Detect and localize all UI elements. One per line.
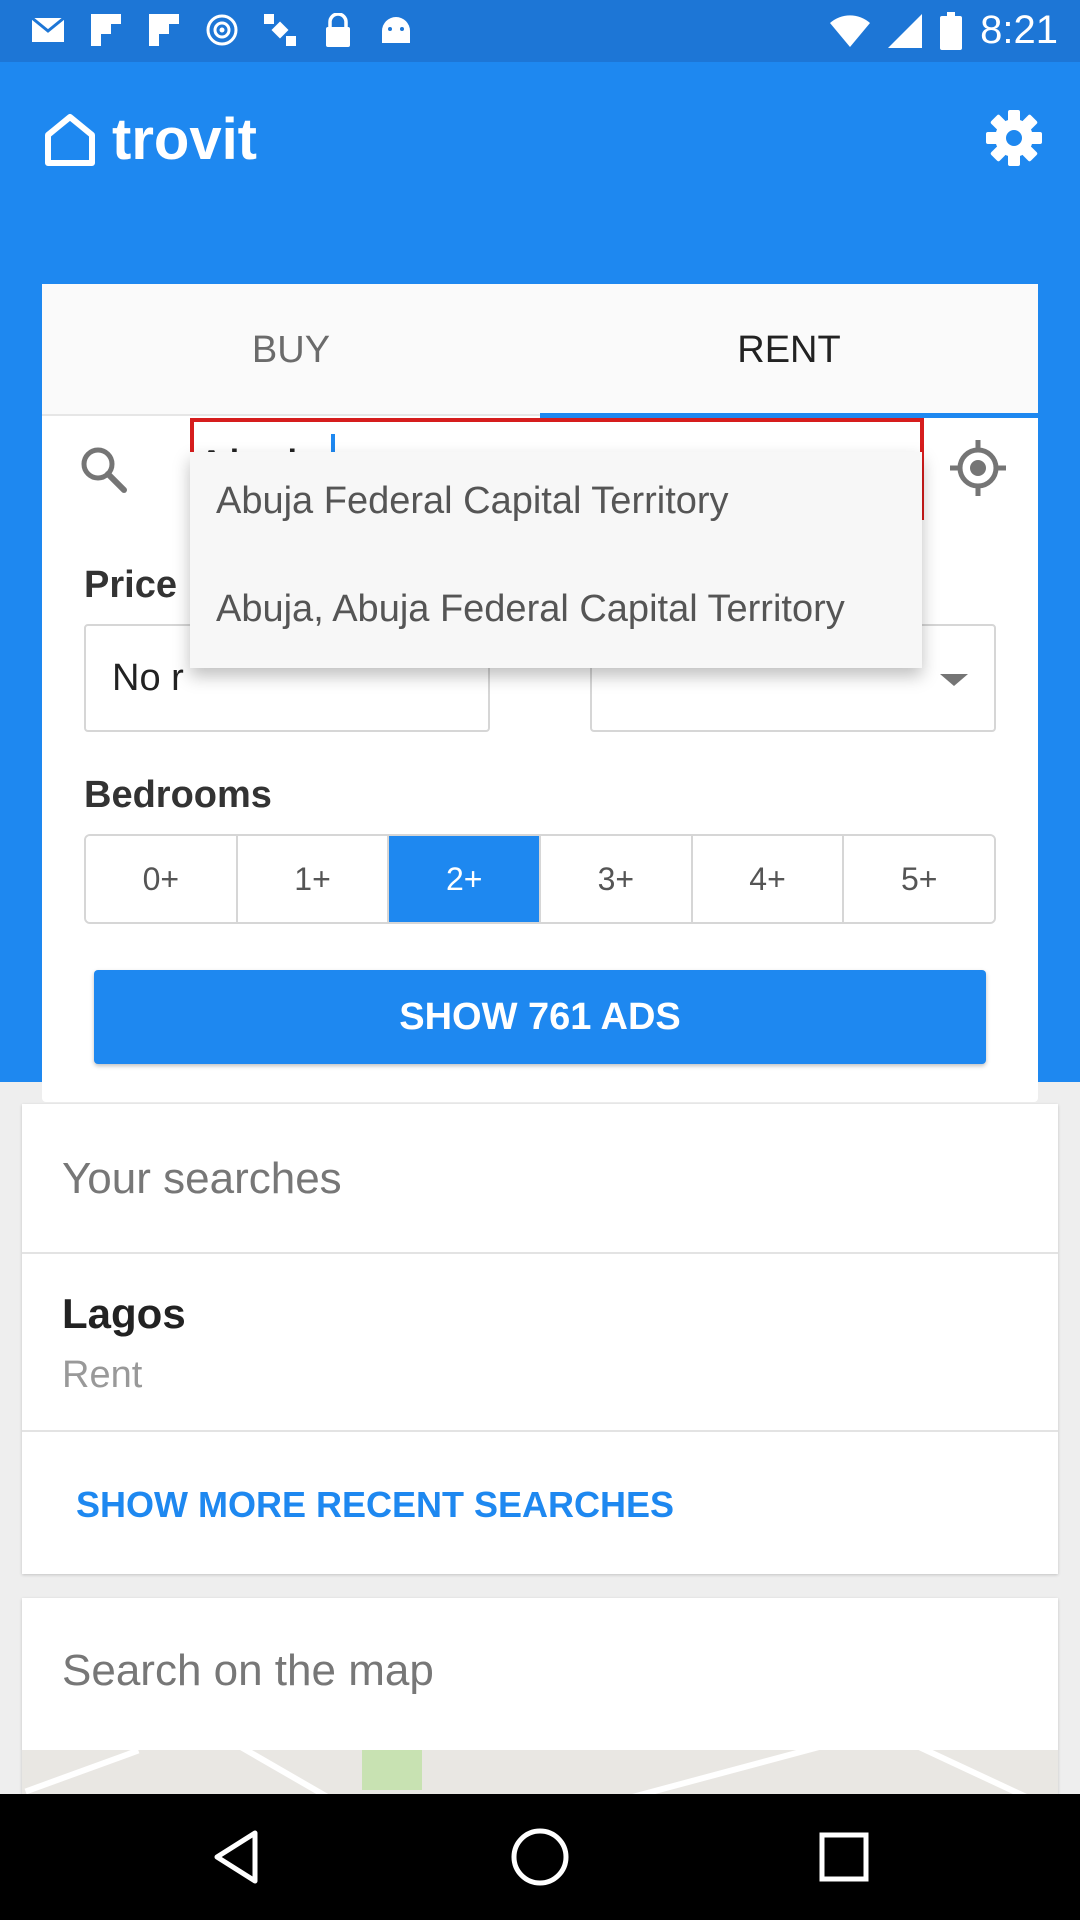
your-searches-title: Your searches (62, 1154, 342, 1203)
brand-logo: trovit (44, 106, 257, 173)
hotspot-icon (204, 10, 240, 50)
signal-icon (888, 13, 923, 48)
show-more-searches-button[interactable]: SHOW MORE RECENT SEARCHES (76, 1484, 674, 1526)
map-preview[interactable] (22, 1727, 1058, 1794)
map-road (624, 1744, 820, 1794)
home-icon (45, 113, 95, 166)
your-searches-card: Your searches Lagos Rent SHOW MORE RECEN… (22, 1104, 1058, 1574)
status-bar: 8:21 (0, 0, 1080, 62)
battery-icon (940, 11, 963, 50)
map-park (362, 1750, 422, 1790)
lock-icon (320, 10, 356, 50)
tab-buy[interactable]: BUY (42, 284, 540, 416)
recent-search-title: Lagos (62, 1290, 186, 1337)
suggestions-dropdown: Abuja Federal Capital Territory Abuja, A… (190, 452, 922, 668)
map-road (24, 1747, 140, 1794)
divider (22, 1430, 1058, 1432)
search-card: BUY RENT Abuja Price No r (42, 284, 1038, 1102)
wifi-icon (830, 14, 871, 47)
bedrooms-label: Bedrooms (84, 774, 272, 816)
price-label: Price (84, 564, 177, 606)
satellite-icon (262, 10, 298, 50)
price-min-value: No r (112, 656, 184, 699)
show-ads-button[interactable]: SHOW 761 ADS (94, 970, 986, 1064)
android-icon (378, 10, 414, 50)
my-location-icon[interactable] (948, 438, 1008, 498)
back-icon[interactable] (206, 1827, 266, 1887)
gear-icon[interactable] (984, 108, 1044, 168)
notification-icons (30, 10, 414, 50)
recent-search-subtitle: Rent (62, 1354, 143, 1396)
bedrooms-option-3[interactable]: 3+ (541, 836, 693, 922)
divider (22, 1252, 1058, 1254)
bedrooms-option-0[interactable]: 0+ (86, 836, 238, 922)
flipboard-icon (146, 10, 182, 50)
map-title: Search on the map (62, 1646, 434, 1695)
search-icon (81, 447, 127, 493)
suggestion-item[interactable]: Abuja, Abuja Federal Capital Territory (216, 586, 906, 632)
recents-icon[interactable] (814, 1827, 874, 1887)
tab-bar: BUY RENT (42, 284, 1038, 418)
suggestion-item[interactable]: Abuja Federal Capital Territory (216, 478, 906, 524)
bedrooms-option-1[interactable]: 1+ (237, 836, 390, 922)
brand-name: trovit (112, 107, 257, 172)
bedrooms-option-5[interactable]: 5+ (844, 836, 994, 922)
status-time: 8:21 (980, 8, 1058, 52)
navigation-bar (0, 1794, 1080, 1920)
chevron-down-icon (940, 674, 968, 686)
bedrooms-selector: 0+ 1+ 2+ 3+ 4+ 5+ (84, 834, 996, 924)
bedrooms-option-2[interactable]: 2+ (389, 836, 542, 922)
status-right: 8:21 (830, 8, 1058, 53)
flipboard-icon (88, 10, 124, 50)
bedrooms-option-4[interactable]: 4+ (692, 836, 845, 922)
mail-icon (30, 10, 66, 50)
map-road (888, 1730, 1036, 1794)
tab-rent[interactable]: RENT (540, 284, 1038, 418)
home-icon[interactable] (510, 1827, 570, 1887)
map-card: Search on the map (22, 1598, 1058, 1794)
map-road (209, 1727, 335, 1794)
